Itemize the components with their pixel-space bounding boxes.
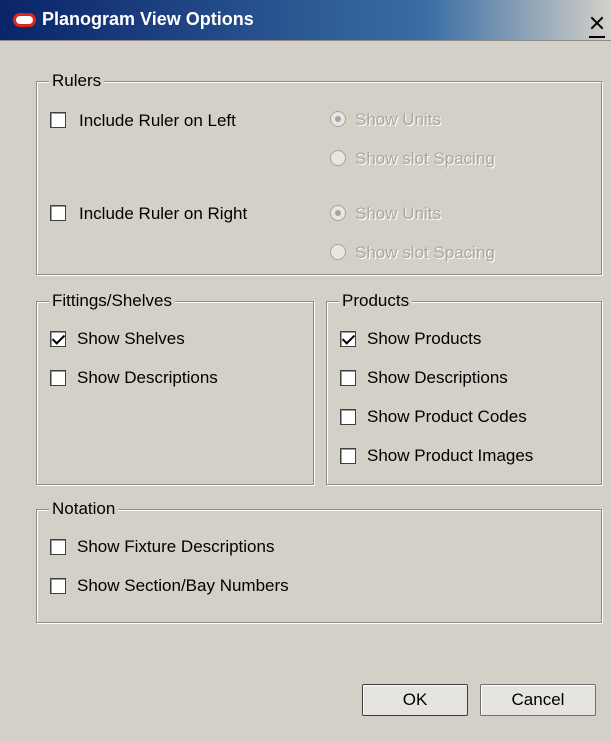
show-fixture-descriptions-checkbox[interactable] xyxy=(50,539,66,555)
show-product-descriptions-checkbox[interactable] xyxy=(340,370,356,386)
ruler-right-show-slot-spacing-radio[interactable] xyxy=(330,244,346,260)
show-product-images-checkbox[interactable] xyxy=(340,448,356,464)
fittings-shelves-legend: Fittings/Shelves xyxy=(49,290,175,312)
show-shelves-checkbox[interactable] xyxy=(50,331,66,347)
show-products-checkbox[interactable] xyxy=(340,331,356,347)
show-fitting-descriptions-checkbox[interactable] xyxy=(50,370,66,386)
ruler-left-show-units-radio[interactable] xyxy=(330,111,346,127)
include-ruler-left-checkbox[interactable] xyxy=(50,112,66,128)
ok-button[interactable]: OK xyxy=(362,684,468,716)
show-product-descriptions-label[interactable]: Show Descriptions xyxy=(367,367,508,389)
ruler-left-show-units-label[interactable]: Show Units xyxy=(355,109,441,131)
window-title: Planogram View Options xyxy=(42,9,254,29)
oracle-logo-icon xyxy=(13,13,36,27)
ruler-left-show-slot-spacing-radio[interactable] xyxy=(330,150,346,166)
ruler-left-show-slot-spacing-label[interactable]: Show slot Spacing xyxy=(355,148,495,170)
cancel-button[interactable]: Cancel xyxy=(480,684,596,716)
close-icon[interactable] xyxy=(588,13,606,33)
products-legend: Products xyxy=(339,290,413,312)
ruler-right-show-units-radio[interactable] xyxy=(330,205,346,221)
show-product-codes-label[interactable]: Show Product Codes xyxy=(367,406,527,428)
show-shelves-label[interactable]: Show Shelves xyxy=(77,328,185,350)
ruler-right-show-slot-spacing-label[interactable]: Show slot Spacing xyxy=(355,242,495,264)
notation-group: Notation xyxy=(36,498,602,623)
show-product-codes-checkbox[interactable] xyxy=(340,409,356,425)
notation-legend: Notation xyxy=(49,498,119,520)
include-ruler-right-checkbox[interactable] xyxy=(50,205,66,221)
show-fitting-descriptions-label[interactable]: Show Descriptions xyxy=(77,367,218,389)
include-ruler-right-label[interactable]: Include Ruler on Right xyxy=(79,203,247,225)
show-section-bay-numbers-label[interactable]: Show Section/Bay Numbers xyxy=(77,575,289,597)
show-fixture-descriptions-label[interactable]: Show Fixture Descriptions xyxy=(77,536,274,558)
show-products-label[interactable]: Show Products xyxy=(367,328,481,350)
show-section-bay-numbers-checkbox[interactable] xyxy=(50,578,66,594)
ruler-right-show-units-label[interactable]: Show Units xyxy=(355,203,441,225)
close-underline xyxy=(589,36,605,38)
rulers-legend: Rulers xyxy=(49,70,105,92)
include-ruler-left-label[interactable]: Include Ruler on Left xyxy=(79,110,236,132)
title-bar: Planogram View Options xyxy=(0,0,611,41)
show-product-images-label[interactable]: Show Product Images xyxy=(367,445,533,467)
